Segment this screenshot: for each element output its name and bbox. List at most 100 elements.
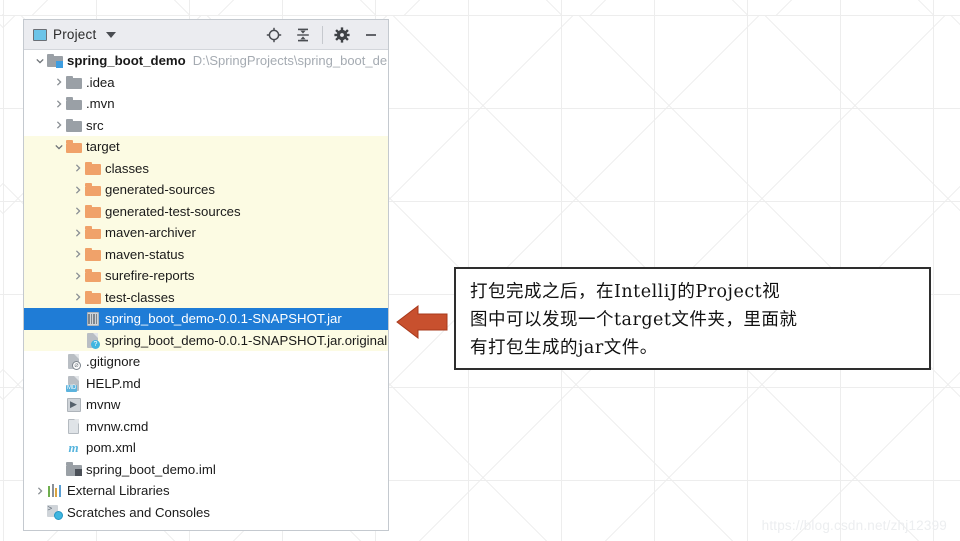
twisty-placeholder	[71, 330, 84, 352]
tree-row[interactable]: src	[24, 115, 388, 137]
project-view-selector[interactable]: Project	[33, 27, 117, 42]
tree-row[interactable]: surefire-reports	[24, 265, 388, 287]
tree-row[interactable]: ⌀ .gitignore	[24, 351, 388, 373]
tree-row-icon: m	[65, 440, 82, 456]
folder-orange-icon	[84, 161, 101, 175]
twisty-placeholder	[52, 351, 65, 373]
tree-row-label: classes	[105, 160, 149, 176]
chevron-right-icon[interactable]	[71, 287, 84, 309]
tree-row[interactable]: generated-sources	[24, 179, 388, 201]
folder-orange-icon	[84, 183, 101, 197]
folder-grey-icon	[65, 118, 82, 132]
tree-row[interactable]: target	[24, 136, 388, 158]
tree-row-label: Scratches and Consoles	[67, 504, 210, 520]
tree-row[interactable]: maven-status	[24, 243, 388, 266]
tree-row-label: spring_boot_demo-0.0.1-SNAPSHOT.jar.orig…	[105, 332, 388, 348]
tree-row-icon	[84, 311, 101, 327]
chevron-right-icon[interactable]	[71, 179, 84, 201]
tree-row-label: spring_boot_demo-0.0.1-SNAPSHOT.jar	[105, 311, 342, 327]
tree-row-label: HELP.md	[86, 375, 141, 391]
tree-row[interactable]: External Libraries	[24, 480, 388, 502]
tree-row[interactable]: mvnw.cmd	[24, 416, 388, 438]
tree-row-label: surefire-reports	[105, 268, 195, 284]
chevron-right-icon[interactable]	[52, 72, 65, 94]
tree-row-icon: ?	[84, 332, 101, 349]
gear-icon[interactable]	[329, 22, 355, 48]
tree-row[interactable]: .mvn	[24, 93, 388, 115]
tree-row-icon	[65, 74, 82, 90]
tree-row-icon	[84, 268, 101, 284]
project-panel-toolbar	[261, 20, 384, 49]
markdown-file-icon: MD	[66, 375, 80, 392]
tree-row[interactable]: spring_boot_demo-0.0.1-SNAPSHOT.jar	[24, 308, 388, 330]
watermark: https://blog.csdn.net/zhj12399	[761, 518, 947, 533]
tree-row[interactable]: Scratches and Consoles	[24, 502, 388, 524]
twisty-placeholder	[52, 416, 65, 438]
tree-row-icon: ▶	[65, 397, 82, 413]
tree-row[interactable]: m pom.xml	[24, 437, 388, 459]
gitignore-file-icon: ⌀	[67, 354, 81, 371]
folder-orange-icon	[84, 247, 101, 261]
minimize-icon[interactable]	[358, 22, 384, 48]
twisty-placeholder	[33, 502, 46, 524]
chevron-right-icon[interactable]	[71, 158, 84, 180]
folder-orange-icon	[65, 140, 82, 154]
chevron-down-icon[interactable]	[52, 136, 65, 158]
tree-row-icon	[84, 182, 101, 198]
folder-grey-icon	[65, 75, 82, 89]
module-icon	[46, 53, 63, 68]
tree-row-label: test-classes	[105, 289, 175, 305]
tree-row[interactable]: spring_boot_demo D:\SpringProjects\spring…	[24, 50, 388, 72]
tree-row-label: spring_boot_demo.iml	[86, 461, 216, 477]
tree-row-label: mvnw	[86, 397, 121, 413]
collapse-all-icon[interactable]	[290, 22, 316, 48]
folder-orange-icon	[84, 204, 101, 218]
tree-row[interactable]: MD HELP.md	[24, 373, 388, 395]
tree-row-icon	[46, 483, 63, 499]
chevron-right-icon[interactable]	[71, 222, 84, 244]
tree-row-label: .mvn	[86, 96, 115, 112]
project-tree[interactable]: spring_boot_demo D:\SpringProjects\spring…	[24, 50, 388, 530]
tree-row[interactable]: ? spring_boot_demo-0.0.1-SNAPSHOT.jar.ori…	[24, 329, 388, 352]
tree-row-icon: MD	[65, 375, 82, 392]
tree-row-label: maven-archiver	[105, 225, 196, 241]
tree-row-icon	[84, 225, 101, 241]
tree-row-label: maven-status	[105, 246, 185, 262]
tree-row[interactable]: generated-test-sources	[24, 200, 388, 223]
folder-orange-icon	[84, 290, 101, 304]
chevron-down-icon[interactable]	[106, 31, 117, 38]
tree-row[interactable]: .idea	[24, 72, 388, 94]
chevron-down-icon[interactable]	[33, 50, 46, 72]
tree-row[interactable]: ▶ mvnw	[24, 394, 388, 416]
tree-row-label: mvnw.cmd	[86, 418, 149, 434]
tree-row[interactable]: spring_boot_demo.iml	[24, 459, 388, 481]
twisty-placeholder	[71, 308, 84, 330]
external-libraries-icon	[48, 484, 61, 498]
tree-row-icon	[65, 117, 82, 133]
chevron-right-icon[interactable]	[33, 480, 46, 502]
chevron-right-icon[interactable]	[71, 244, 84, 266]
annotation-note-text: 打包完成之后，在IntelliJ的Project视 图中可以发现一个target…	[470, 282, 798, 358]
tree-row[interactable]: maven-archiver	[24, 222, 388, 244]
tree-row-label: .gitignore	[86, 354, 141, 370]
cmd-script-icon	[67, 418, 80, 434]
tree-row[interactable]: test-classes	[24, 286, 388, 309]
tree-row-icon	[65, 461, 82, 477]
chevron-right-icon[interactable]	[52, 115, 65, 137]
shell-script-icon: ▶	[66, 397, 81, 412]
twisty-placeholder	[52, 373, 65, 395]
chevron-right-icon[interactable]	[71, 265, 84, 287]
tree-row-icon	[46, 504, 63, 520]
twisty-placeholder	[52, 459, 65, 481]
left-arrow-icon	[396, 303, 448, 341]
folder-grey-icon	[65, 97, 82, 111]
chevron-right-icon[interactable]	[52, 93, 65, 115]
tree-row-label: generated-sources	[105, 182, 215, 198]
tree-row-icon	[84, 203, 101, 219]
tree-row-label: .idea	[86, 74, 115, 90]
chevron-right-icon[interactable]	[71, 201, 84, 223]
screenshot-canvas: Project spring_boot_demo D:\SpringProjec…	[0, 0, 960, 541]
tree-row[interactable]: classes	[24, 157, 388, 180]
maven-pom-icon: m	[68, 440, 79, 456]
locate-in-tree-icon[interactable]	[261, 22, 287, 48]
